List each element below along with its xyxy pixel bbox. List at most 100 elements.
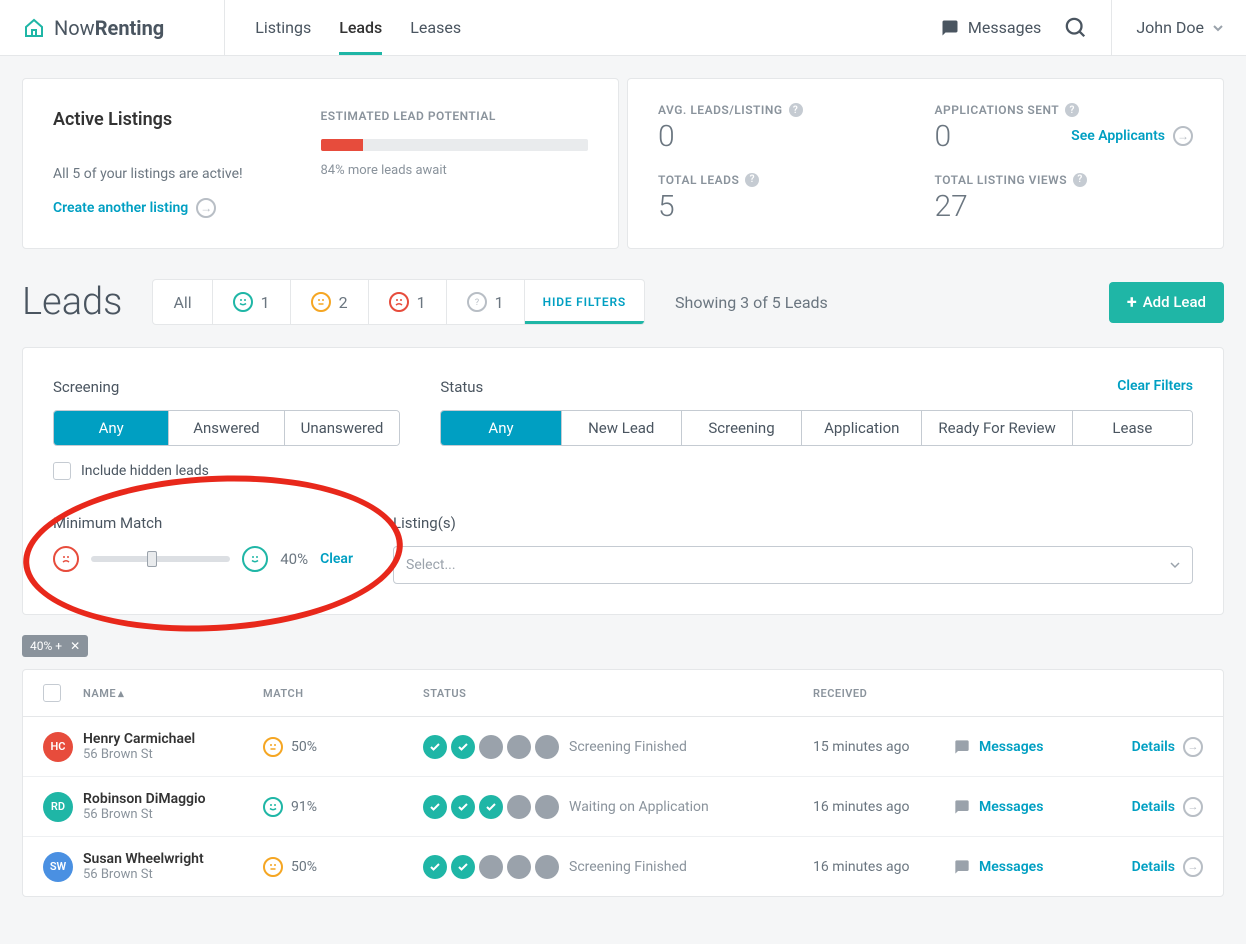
sad-face-icon [389,292,409,312]
status-text: Screening Finished [569,739,687,755]
help-icon[interactable]: ? [1073,173,1087,187]
arrow-circle-icon [196,198,216,218]
screening-unanswered[interactable]: Unanswered [285,411,400,445]
active-listings-sub: All 5 of your listings are active! [53,166,321,182]
svg-text:?: ? [475,298,479,308]
logo[interactable]: NowRenting [22,16,164,40]
min-match-label: Minimum Match [53,514,353,532]
tab-all[interactable]: All [153,280,212,324]
chat-icon [953,859,971,875]
leads-table: NAME▴ MATCH STATUS RECEIVED HC Henry Car… [22,669,1224,897]
status-dot [451,795,475,819]
tab-unknown[interactable]: ?1 [447,280,525,324]
status-dot [451,855,475,879]
status-label: Status [440,378,1193,396]
stats-card: AVG. LEADS/LISTING? 0 APPLICATIONS SENT?… [627,78,1224,249]
received-text: 16 minutes ago [813,859,953,875]
screening-answered[interactable]: Answered [169,411,284,445]
lead-name: Robinson DiMaggio [83,791,263,807]
select-all-checkbox[interactable] [43,684,61,702]
see-applicants-link[interactable]: See Applicants [1071,126,1193,146]
nav-leads[interactable]: Leads [339,0,382,55]
lead-tabs: All 1 2 1 ?1 HIDE FILTERS [152,279,645,325]
tab-sad[interactable]: 1 [369,280,447,324]
clear-min-match[interactable]: Clear [320,551,353,567]
arrow-circle-icon: → [1183,737,1203,757]
include-hidden-label: Include hidden leads [81,463,209,479]
potential-label: ESTIMATED LEAD POTENTIAL [321,109,589,123]
tab-neutral[interactable]: 2 [291,280,369,324]
add-lead-button[interactable]: +Add Lead [1109,282,1224,323]
th-match[interactable]: MATCH [263,687,423,700]
status-lease[interactable]: Lease [1073,411,1192,445]
status-ready[interactable]: Ready For Review [922,411,1072,445]
screening-label: Screening [53,378,400,396]
listings-select[interactable]: Select... [393,546,1193,584]
details-link[interactable]: Details→ [1083,857,1203,877]
slider-thumb[interactable] [147,551,157,567]
chevron-down-icon [1170,560,1180,570]
status-dot [535,735,559,759]
lead-name: Henry Carmichael [83,731,263,747]
nav-leases[interactable]: Leases [410,0,461,55]
match-value: 50% [291,739,317,755]
arrow-circle-icon [1173,126,1193,146]
happy-face-icon [263,797,283,817]
remove-chip-icon[interactable]: ✕ [70,639,80,653]
status-dot [479,855,503,879]
table-row: HC Henry Carmichael56 Brown St 50% Scree… [23,717,1223,777]
avg-leads-value: 0 [658,119,917,154]
app-header: NowRenting Listings Leads Leases Message… [0,0,1246,56]
neutral-face-icon [311,292,331,312]
clear-filters-link[interactable]: Clear Filters [1117,378,1193,394]
active-listings-card: Active Listings All 5 of your listings a… [22,78,619,249]
lead-address: 56 Brown St [83,747,263,762]
include-hidden-checkbox[interactable] [53,462,71,480]
status-dot [507,855,531,879]
th-status[interactable]: STATUS [423,687,813,700]
status-dot [535,855,559,879]
help-icon[interactable]: ? [789,103,803,117]
happy-face-icon [233,292,253,312]
create-listing-link[interactable]: Create another listing [53,198,216,218]
messages-link[interactable]: Messages [953,739,1083,755]
apps-sent-value: 0 [935,119,952,154]
lead-address: 56 Brown St [83,867,263,882]
screening-any[interactable]: Any [54,411,169,445]
neutral-face-icon [263,857,283,877]
house-icon [22,16,46,40]
table-header: NAME▴ MATCH STATUS RECEIVED [23,670,1223,717]
details-link[interactable]: Details→ [1083,737,1203,757]
status-new[interactable]: New Lead [562,411,682,445]
total-leads-label: TOTAL LEADS? [658,173,917,187]
messages-link[interactable]: Messages [940,18,1041,37]
hide-filters-tab[interactable]: HIDE FILTERS [525,280,644,324]
page-title: Leads [22,280,122,324]
tab-happy[interactable]: 1 [213,280,291,324]
th-name[interactable]: NAME▴ [83,687,263,700]
user-menu[interactable]: John Doe [1111,0,1224,56]
min-match-value: 40% [280,550,308,568]
match-value: 50% [291,859,317,875]
messages-link[interactable]: Messages [953,799,1083,815]
status-text: Screening Finished [569,859,687,875]
search-icon[interactable] [1065,17,1087,39]
help-icon[interactable]: ? [745,173,759,187]
help-icon[interactable]: ? [1065,103,1079,117]
sad-face-icon [53,546,79,572]
status-screening[interactable]: Screening [682,411,802,445]
sort-caret-icon: ▴ [118,687,124,700]
status-dot [507,735,531,759]
total-leads-value: 5 [658,189,917,224]
status-dot [423,855,447,879]
arrow-circle-icon: → [1183,797,1203,817]
th-received[interactable]: RECEIVED [813,687,953,700]
details-link[interactable]: Details→ [1083,797,1203,817]
min-match-slider[interactable] [91,556,230,562]
messages-link[interactable]: Messages [953,859,1083,875]
status-any[interactable]: Any [441,411,561,445]
nav-listings[interactable]: Listings [255,0,311,55]
avg-leads-label: AVG. LEADS/LISTING? [658,103,917,117]
lead-name: Susan Wheelwright [83,851,263,867]
status-application[interactable]: Application [802,411,922,445]
